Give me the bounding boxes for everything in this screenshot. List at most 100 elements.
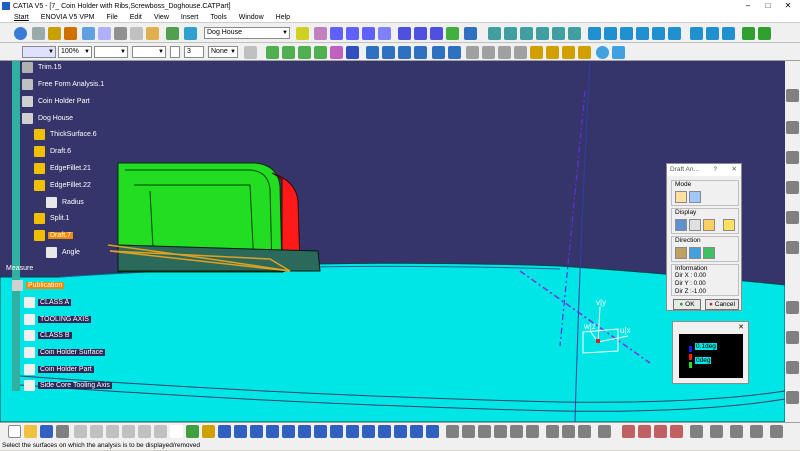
environment-icon[interactable] [770, 425, 783, 438]
compass-icon[interactable] [786, 151, 799, 164]
legend-entry-2[interactable]: 0deg [695, 357, 712, 364]
plane-tool-icon[interactable] [722, 27, 735, 40]
quick-mode-icon[interactable] [675, 191, 687, 203]
chamfer-icon[interactable] [130, 27, 143, 40]
tree-item-coin-holder-part-pub[interactable]: Coin Holder Part [24, 363, 94, 376]
reverse-direction-icon[interactable] [703, 247, 715, 259]
zoom-in-icon[interactable] [282, 425, 295, 438]
highlight-icon[interactable] [750, 425, 763, 438]
fly-mode-icon[interactable] [218, 425, 231, 438]
tree-item-side-core-tooling-axis[interactable]: Side Core Tooling Axis [24, 379, 112, 392]
pattern-icon[interactable] [398, 27, 411, 40]
reflection-icon[interactable] [730, 425, 743, 438]
thickness-icon[interactable] [346, 27, 359, 40]
assemble-icon[interactable] [314, 27, 327, 40]
format-painter-icon[interactable] [244, 46, 257, 59]
shading-icon[interactable] [703, 219, 715, 231]
fillet-tool-icon[interactable] [114, 27, 127, 40]
rotate-icon[interactable] [32, 27, 45, 40]
settings-icon[interactable] [786, 241, 799, 254]
extract-icon[interactable] [668, 27, 681, 40]
point-style-combo[interactable] [170, 46, 180, 58]
render-icon[interactable] [426, 425, 439, 438]
blend-icon[interactable] [568, 27, 581, 40]
trim-tool-icon[interactable] [636, 27, 649, 40]
catalog-icon[interactable] [330, 46, 343, 59]
untrim-icon[interactable] [620, 27, 633, 40]
color-scale-icon[interactable] [675, 219, 687, 231]
arc-icon[interactable] [546, 46, 559, 59]
copy-icon[interactable] [90, 425, 103, 438]
connect-checker-icon[interactable] [654, 425, 667, 438]
analysis-tool-icon[interactable] [742, 27, 755, 40]
menu-edit[interactable]: Edit [124, 14, 148, 21]
sketch-icon[interactable] [14, 27, 27, 40]
front-view-icon[interactable] [362, 425, 375, 438]
hide-icon[interactable] [394, 425, 407, 438]
lineweight-combo[interactable]: ▼ [132, 46, 166, 58]
snapshot-icon[interactable] [786, 361, 799, 374]
tree-item-edgefillet-22[interactable]: EdgeFillet.22 [34, 179, 93, 192]
measure-item-icon[interactable] [462, 425, 475, 438]
redo-icon[interactable] [138, 425, 151, 438]
diagonal-icon[interactable] [514, 46, 527, 59]
conic-icon[interactable] [562, 46, 575, 59]
multi-view-icon[interactable] [330, 425, 343, 438]
tree-item-radius[interactable]: Radius [46, 196, 86, 209]
tools-icon[interactable] [366, 46, 379, 59]
menu-file[interactable]: File [100, 14, 123, 21]
menu-view[interactable]: View [148, 14, 175, 21]
move-icon[interactable] [466, 46, 479, 59]
knowledge-icon[interactable] [314, 46, 327, 59]
menu-insert[interactable]: Insert [175, 14, 205, 21]
tree-item-publication[interactable]: Publication [12, 279, 65, 292]
material-icon[interactable] [546, 425, 559, 438]
spline-tool-icon[interactable] [578, 46, 591, 59]
tree-item-dog-house[interactable]: Dog House [22, 112, 75, 125]
tree-item-draft-7[interactable]: Draft.7 [34, 229, 74, 242]
inertia-icon[interactable] [478, 425, 491, 438]
zoom-out-icon[interactable] [298, 425, 311, 438]
rule-icon[interactable] [414, 46, 427, 59]
arrow-icon[interactable] [786, 181, 799, 194]
swap-visible-icon[interactable] [410, 425, 423, 438]
menu-tools[interactable]: Tools [204, 14, 232, 21]
measure-tool-icon[interactable] [464, 27, 477, 40]
draft-tool-icon[interactable] [146, 27, 159, 40]
geometry-icon[interactable] [786, 211, 799, 224]
tree-item-class-a[interactable]: CLASS A [24, 296, 72, 309]
print-icon[interactable] [56, 425, 69, 438]
cube-icon[interactable] [786, 301, 799, 314]
circle-icon[interactable] [596, 46, 609, 59]
linetype-combo[interactable]: ▼ [94, 46, 128, 58]
minimize-panel-icon[interactable] [786, 89, 799, 102]
tree-item-class-b[interactable]: CLASS B [24, 329, 72, 342]
close-button[interactable]: ✕ [778, 0, 798, 12]
light-bulb-icon[interactable] [723, 219, 735, 231]
surface-curvature-icon[interactable] [710, 425, 723, 438]
check-icon[interactable] [266, 46, 279, 59]
dialog-close-button[interactable]: ✕ [732, 164, 737, 176]
scale-icon[interactable] [446, 27, 459, 40]
lock-direction-icon[interactable] [689, 247, 701, 259]
update-all-icon[interactable] [186, 425, 199, 438]
thickness-combo[interactable]: 3 [184, 46, 204, 58]
parameters-icon[interactable] [382, 46, 395, 59]
point-icon[interactable] [690, 27, 703, 40]
plane-icon[interactable] [82, 27, 95, 40]
copy-icon[interactable] [432, 46, 445, 59]
pad-icon[interactable] [48, 27, 61, 40]
section-icon[interactable] [578, 425, 591, 438]
whats-this-icon[interactable] [154, 425, 167, 438]
minimize-button[interactable]: – [738, 0, 758, 12]
shading-edges-icon[interactable] [378, 425, 391, 438]
tree-item-split[interactable]: Split.1 [34, 212, 71, 225]
layer-combo[interactable]: None ▼ [208, 46, 238, 58]
line-icon[interactable] [706, 27, 719, 40]
body-combo[interactable]: Dog House ▼ [204, 27, 290, 39]
view-icon[interactable] [786, 331, 799, 344]
snap-icon[interactable] [482, 46, 495, 59]
expand-icon[interactable] [786, 121, 799, 134]
fit-all-icon[interactable] [234, 425, 247, 438]
mirror-icon[interactable] [414, 27, 427, 40]
